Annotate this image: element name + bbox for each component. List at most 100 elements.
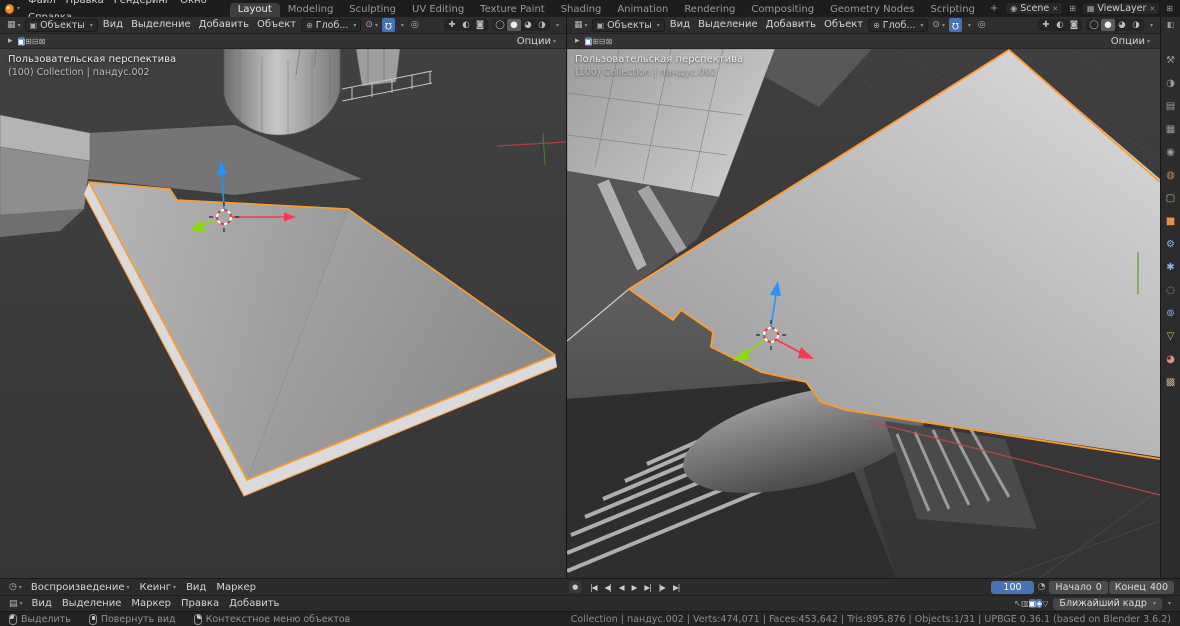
blender-logo-icon[interactable]: ▾: [5, 3, 20, 14]
show-overlays-toggle[interactable]: ◐: [1053, 19, 1067, 31]
shading-solid[interactable]: ●: [1100, 19, 1115, 31]
select-mode-extend[interactable]: ⊞: [25, 37, 32, 46]
toggle-xray[interactable]: ◙: [473, 19, 487, 31]
dopesheet-menu[interactable]: Маркер: [126, 595, 176, 612]
viewport-3d-scene-right[interactable]: [567, 49, 1160, 578]
app-menu[interactable]: Файл: [23, 0, 61, 9]
snap-toggle[interactable]: Ω: [948, 18, 962, 32]
workspace-tab[interactable]: Scripting: [922, 3, 982, 17]
select-mode-extend[interactable]: ⊞: [592, 37, 599, 46]
tab-physics[interactable]: ◌: [1166, 285, 1175, 297]
tab-constraints[interactable]: ⊚: [1166, 308, 1174, 320]
tab-scene[interactable]: ◉: [1166, 147, 1175, 159]
proportional-edit-button[interactable]: ◎: [408, 18, 422, 32]
workspace-tab[interactable]: UV Editing: [404, 3, 472, 17]
current-frame-field[interactable]: 100: [991, 580, 1034, 594]
viewport-menu[interactable]: Объект: [820, 17, 867, 33]
mode-selector[interactable]: ▣ Объекты ▾: [591, 18, 665, 32]
tab-object-data[interactable]: ▽: [1167, 331, 1175, 343]
pivot-point-button[interactable]: ⊙ ▾: [362, 18, 381, 32]
show-gizmo-toggle[interactable]: ✚: [445, 19, 459, 31]
jump-to-start-button[interactable]: |◀: [586, 583, 600, 592]
tab-output[interactable]: ▤: [1166, 101, 1175, 113]
show-hidden-filter[interactable]: ▥: [1021, 599, 1029, 608]
shading-material-preview[interactable]: ◕: [521, 19, 535, 31]
shading-dropdown-button[interactable]: ▾: [1145, 18, 1156, 32]
viewport-menu[interactable]: Добавить: [195, 17, 253, 33]
tab-tool[interactable]: ⚒: [1166, 55, 1175, 67]
shading-material-preview[interactable]: ◕: [1115, 19, 1129, 31]
new-view-layer-button[interactable]: ⊞: [1164, 4, 1175, 13]
auto-keying-button[interactable]: ●: [569, 581, 582, 593]
tab-collection[interactable]: ▢: [1166, 193, 1175, 205]
dopesheet-menu[interactable]: Правка: [176, 595, 224, 612]
prev-keyframe-button[interactable]: ◀|: [600, 583, 614, 592]
scene-selector[interactable]: ◉ Scene ✕: [1005, 2, 1064, 15]
dopesheet-menu[interactable]: Вид: [27, 595, 57, 612]
pivot-point-button[interactable]: ⊙ ▾: [929, 18, 948, 32]
dopesheet-menu[interactable]: Выделение: [57, 595, 127, 612]
viewport-menu[interactable]: Выделение: [127, 17, 195, 33]
workspace-tab[interactable]: Shading: [553, 3, 610, 17]
workspace-tab[interactable]: Geometry Nodes: [822, 3, 922, 17]
tool-expand-icon[interactable]: ▸: [572, 34, 583, 48]
app-menu[interactable]: Окно: [175, 0, 212, 9]
snap-toggle[interactable]: Ω: [381, 18, 395, 32]
add-workspace-button[interactable]: +: [984, 3, 1004, 14]
workspace-tab[interactable]: Compositing: [743, 3, 822, 17]
select-mode-invert[interactable]: ⊠: [606, 37, 613, 46]
options-dropdown[interactable]: Опции ▾: [1106, 33, 1155, 50]
transform-orientation-selector[interactable]: ⊕ Глоб... ▾: [301, 18, 362, 32]
workspace-tab[interactable]: Animation: [609, 3, 676, 17]
viewport-left-canvas[interactable]: Пользовательская перспектива (100) Colle…: [0, 49, 566, 578]
viewport-menu[interactable]: Выделение: [694, 17, 762, 33]
new-scene-button[interactable]: ⊞: [1067, 4, 1078, 13]
tool-expand-icon[interactable]: ▸: [5, 34, 16, 48]
tab-material[interactable]: ◕: [1166, 354, 1175, 366]
filter-funnel[interactable]: ▽: [1042, 599, 1048, 608]
workspace-tab[interactable]: Layout: [229, 3, 280, 17]
tab-modifiers[interactable]: ⚙: [1166, 239, 1175, 251]
shading-wireframe[interactable]: ◯: [1087, 19, 1101, 31]
app-menu[interactable]: Рендеринг: [109, 0, 175, 9]
timeline-menu[interactable]: Маркер: [211, 579, 261, 596]
snap-settings-button[interactable]: ▾: [963, 18, 974, 32]
select-mode-invert[interactable]: ⊠: [39, 37, 46, 46]
dopesheet-menu[interactable]: Добавить: [224, 595, 284, 612]
properties-editor-icon[interactable]: ◧: [1167, 20, 1175, 29]
editor-type-button[interactable]: ▦ ▾: [571, 18, 591, 32]
select-mode-new[interactable]: ▣: [17, 36, 26, 46]
show-gizmo-toggle[interactable]: ✚: [1039, 19, 1053, 31]
viewport-right-canvas[interactable]: Пользовательская перспектива (100) Colle…: [567, 49, 1160, 578]
play-reverse-button[interactable]: ◀: [615, 583, 628, 592]
jump-to-end-button[interactable]: ▶|: [669, 583, 683, 592]
toggle-xray[interactable]: ◙: [1067, 19, 1081, 31]
workspace-tab[interactable]: Rendering: [676, 3, 743, 17]
snap-mode-dropdown[interactable]: ▾: [1163, 597, 1174, 611]
viewport-3d-scene-left[interactable]: [0, 49, 566, 578]
tab-object[interactable]: ■: [1166, 216, 1175, 228]
editor-type-button[interactable]: ▦ ▾: [4, 18, 24, 32]
play-button[interactable]: ▶: [628, 583, 641, 592]
dopesheet-editor-type-button[interactable]: ▤ ▾: [6, 597, 26, 611]
timeline-menu[interactable]: Воспроизведение ▾: [26, 579, 135, 596]
shading-rendered[interactable]: ◑: [535, 19, 549, 31]
transform-orientation-selector[interactable]: ⊕ Глоб... ▾: [868, 18, 929, 32]
tab-texture[interactable]: ▩: [1166, 377, 1175, 389]
timeline-menu[interactable]: Кеинг ▾: [135, 579, 182, 596]
viewport-menu[interactable]: Добавить: [762, 17, 820, 33]
show-overlays-toggle[interactable]: ◐: [459, 19, 473, 31]
select-mode-new[interactable]: ▣: [584, 36, 593, 46]
snap-mode-selector[interactable]: Ближайший кадр ▾: [1053, 597, 1162, 610]
remove-view-layer-icon[interactable]: ✕: [1149, 5, 1155, 13]
workspace-tab[interactable]: Texture Paint: [472, 3, 553, 17]
unlink-scene-icon[interactable]: ✕: [1052, 5, 1058, 13]
tab-render[interactable]: ◑: [1166, 78, 1175, 90]
app-menu[interactable]: Правка: [61, 0, 109, 9]
workspace-tab[interactable]: Sculpting: [341, 3, 404, 17]
viewport-menu[interactable]: Вид: [99, 17, 127, 33]
use-preview-range-button[interactable]: ◔: [1035, 580, 1049, 594]
viewport-menu[interactable]: Вид: [666, 17, 694, 33]
next-frame-button[interactable]: ▶|: [640, 583, 654, 592]
snap-settings-button[interactable]: ▾: [396, 18, 407, 32]
